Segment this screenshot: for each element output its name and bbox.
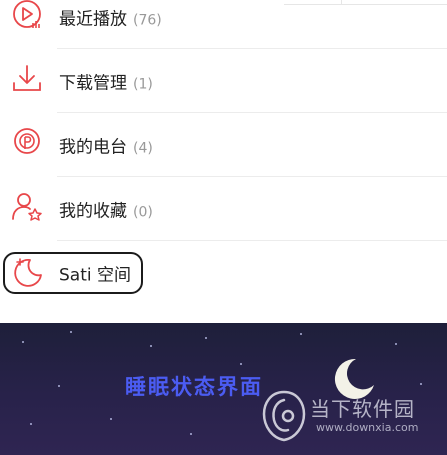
watermark-url: www.downxia.com bbox=[316, 421, 419, 434]
star bbox=[150, 345, 152, 347]
download-icon bbox=[13, 65, 41, 91]
star bbox=[240, 363, 242, 365]
star bbox=[395, 343, 397, 345]
watermark-logo-icon bbox=[262, 390, 306, 442]
radio-icon bbox=[14, 128, 40, 154]
menu-item-label: 我的电台 (4) bbox=[59, 137, 153, 158]
menu-item-count: (1) bbox=[133, 76, 153, 93]
menu-item-radio[interactable]: 我的电台 (4) bbox=[0, 113, 447, 177]
menu-item-count: (76) bbox=[133, 12, 162, 29]
sidebar-menu: 最近播放 (76) 下载管理 (1) 我的电台 (4) 我的收藏 (0) Sat… bbox=[0, 0, 447, 320]
menu-item-label: 最近播放 (76) bbox=[59, 9, 162, 30]
menu-item-count: (0) bbox=[133, 204, 153, 221]
star bbox=[205, 337, 207, 339]
star bbox=[420, 383, 422, 385]
favorites-icon bbox=[12, 193, 42, 221]
star bbox=[110, 418, 112, 420]
watermark-text: 当下软件园 bbox=[310, 397, 415, 421]
star bbox=[190, 433, 192, 435]
star bbox=[58, 385, 60, 387]
star bbox=[70, 331, 72, 333]
star bbox=[22, 341, 24, 343]
sleep-state-panel: 睡眠状态界面 当下软件园 www.downxia.com bbox=[0, 323, 447, 455]
star bbox=[300, 333, 302, 335]
menu-item-favorites[interactable]: 我的收藏 (0) bbox=[0, 177, 447, 241]
menu-item-label: 下载管理 (1) bbox=[59, 73, 153, 94]
menu-item-recent-play[interactable]: 最近播放 (76) bbox=[0, 0, 447, 49]
menu-item-count: (4) bbox=[133, 140, 153, 157]
menu-item-download[interactable]: 下载管理 (1) bbox=[0, 49, 447, 113]
recent-play-icon bbox=[13, 0, 41, 28]
sleep-state-title: 睡眠状态界面 bbox=[125, 374, 263, 399]
star bbox=[30, 423, 32, 425]
sati-highlight-outline bbox=[3, 252, 143, 294]
menu-item-label: 我的收藏 (0) bbox=[59, 201, 153, 222]
